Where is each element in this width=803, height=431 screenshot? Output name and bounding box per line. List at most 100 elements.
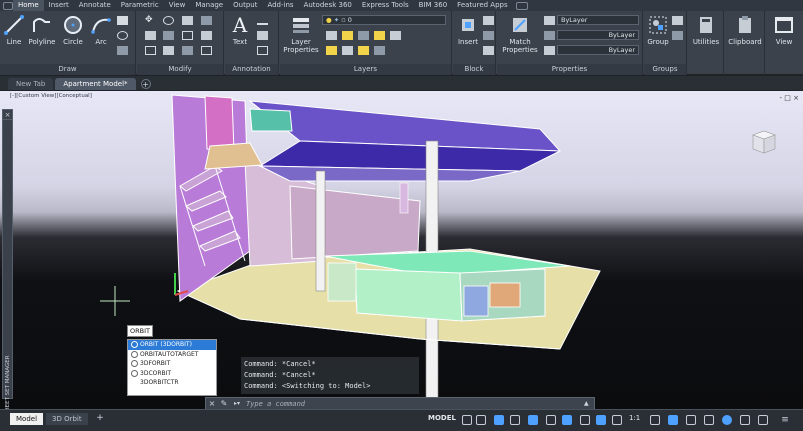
viewport-controls-label[interactable]: [-][Custom View][Conceptual] [10,93,92,99]
group-button[interactable]: Group [646,14,670,46]
layer-dropdown[interactable]: ● ✦ ▫ 0 [322,15,446,25]
viewcube[interactable] [749,129,779,155]
tab-parametric[interactable]: Parametric [116,0,164,11]
trim-icon[interactable] [182,16,193,25]
file-tab-apartment-model[interactable]: Apartment Model* [55,78,136,90]
tab-bim-360[interactable]: BIM 360 [414,0,453,11]
scale-icon[interactable] [163,46,174,55]
model-space-toggle[interactable]: MODEL [428,414,456,422]
arc-button[interactable]: Arc [90,14,112,46]
polar-icon[interactable] [510,415,520,425]
match-properties-button[interactable]: Match Properties [500,14,540,54]
lineweight-dropdown[interactable]: ByLayer [557,45,639,55]
layer-isolate-icon[interactable] [358,31,369,40]
lineweight-toggle-icon[interactable] [580,415,590,425]
hardware-acceleration-icon[interactable] [740,415,750,425]
snap-icon[interactable] [476,415,486,425]
object-snap-tracking-icon[interactable] [546,415,556,425]
command-input[interactable]: Type a command [244,400,584,408]
explode-icon[interactable] [201,31,212,40]
workspace-gear-icon[interactable] [686,415,696,425]
annotation-visibility-icon[interactable] [650,415,660,425]
dynamic-input-field[interactable]: ORBIT [127,325,153,337]
suggestion-3dforbit[interactable]: 3DFORBIT [128,359,216,369]
transparency-icon[interactable] [596,415,606,425]
properties-panel-title[interactable]: Properties [497,64,642,75]
annotation-scale[interactable]: 1:1 [629,414,640,422]
annotation-panel-title[interactable]: Annotation [225,64,278,75]
layer-off-icon[interactable] [326,31,337,40]
customization-menu-icon[interactable]: ≡ [780,415,790,425]
mirror-icon[interactable] [163,31,174,40]
clipboard-button[interactable]: Clipboard [727,14,763,46]
erase-icon[interactable] [201,16,212,25]
tab-insert[interactable]: Insert [44,0,74,11]
insert-button[interactable]: Insert [455,14,481,46]
object-snap-icon[interactable] [562,415,572,425]
utilities-button[interactable]: Utilities [690,14,722,46]
file-tab-new[interactable]: New Tab [8,78,54,90]
copy-icon[interactable] [145,31,156,40]
tab-express-tools[interactable]: Express Tools [357,0,414,11]
layer-match-icon[interactable] [326,46,337,55]
ortho-icon[interactable] [494,415,504,425]
layer-unisolate-icon[interactable] [374,46,385,55]
tab-home[interactable]: Home [13,0,44,11]
layout-tab-3d-orbit[interactable]: 3D Orbit [46,413,88,425]
clean-screen-icon[interactable] [758,415,768,425]
color-dropdown[interactable]: ByLayer [557,15,639,25]
groups-panel-title[interactable]: Groups [644,64,686,75]
close-icon[interactable]: × [206,399,218,408]
selection-cycling-icon[interactable] [612,415,622,425]
suggestion-orbit[interactable]: ORBIT (3DORBIT) [128,340,216,350]
table-icon[interactable] [257,46,268,55]
layers-panel-title[interactable]: Layers [280,64,451,75]
polyline-button[interactable]: Polyline [27,14,57,46]
layout-tab-model[interactable]: Model [10,413,44,425]
text-button[interactable]: A Text [229,14,251,46]
layer-properties-button[interactable]: Layer Properties [283,14,319,54]
attribute-icon[interactable] [483,46,494,55]
suggestion-3dorbitctr[interactable]: 3DORBITCTR [128,378,216,388]
add-tab-icon[interactable]: + [140,79,151,89]
tab-add-ins[interactable]: Add-ins [262,0,298,11]
array-icon[interactable] [182,46,193,55]
grid-icon[interactable] [462,415,472,425]
layer-freeze-icon[interactable] [374,31,385,40]
fillet-icon[interactable] [182,31,193,40]
tab-featured-apps[interactable]: Featured Apps [452,0,512,11]
suggestion-3dcorbit[interactable]: 3DCORBIT [128,369,216,379]
plus-icon[interactable] [704,415,714,425]
rotate-icon[interactable] [163,16,174,25]
tab-manage[interactable]: Manage [190,0,228,11]
viewport-window-controls[interactable]: - □ × [780,94,799,102]
command-prompt-icon[interactable]: ▸▾ [230,400,244,407]
group-edit-icon[interactable] [672,31,683,40]
tab-output[interactable]: Output [228,0,262,11]
create-block-icon[interactable] [483,16,494,25]
dimension-icon[interactable] [257,16,268,25]
drawing-viewport[interactable]: [-][Custom View][Conceptual] - □ × × SHE… [0,91,803,409]
ribbon-toggle-icon[interactable] [515,1,528,10]
view-button[interactable]: View [770,14,798,46]
leader-icon[interactable] [257,31,268,40]
line-button[interactable]: Line [3,14,25,46]
wrench-icon[interactable]: ✎ [218,399,230,408]
tab-view[interactable]: View [164,0,191,11]
auto-scale-icon[interactable] [668,415,678,425]
edit-block-icon[interactable] [483,31,494,40]
linetype-dropdown[interactable]: ByLayer [557,30,639,40]
offset-icon[interactable] [201,46,212,55]
layer-on-icon[interactable] [342,31,353,40]
close-icon[interactable]: × [3,110,12,120]
modify-panel-title[interactable]: Modify [137,64,223,75]
layer-lock-icon[interactable] [390,31,401,40]
isolate-objects-icon[interactable] [722,415,732,425]
draw-panel-title[interactable]: Draw [0,64,135,75]
stretch-icon[interactable] [145,46,156,55]
rectangle-icon[interactable] [117,16,128,25]
chevron-up-icon[interactable]: ▲ [584,400,594,407]
add-layout-icon[interactable]: + [94,413,106,425]
tab-autodesk-360[interactable]: Autodesk 360 [299,0,357,11]
circle-button[interactable]: Circle [61,14,85,46]
